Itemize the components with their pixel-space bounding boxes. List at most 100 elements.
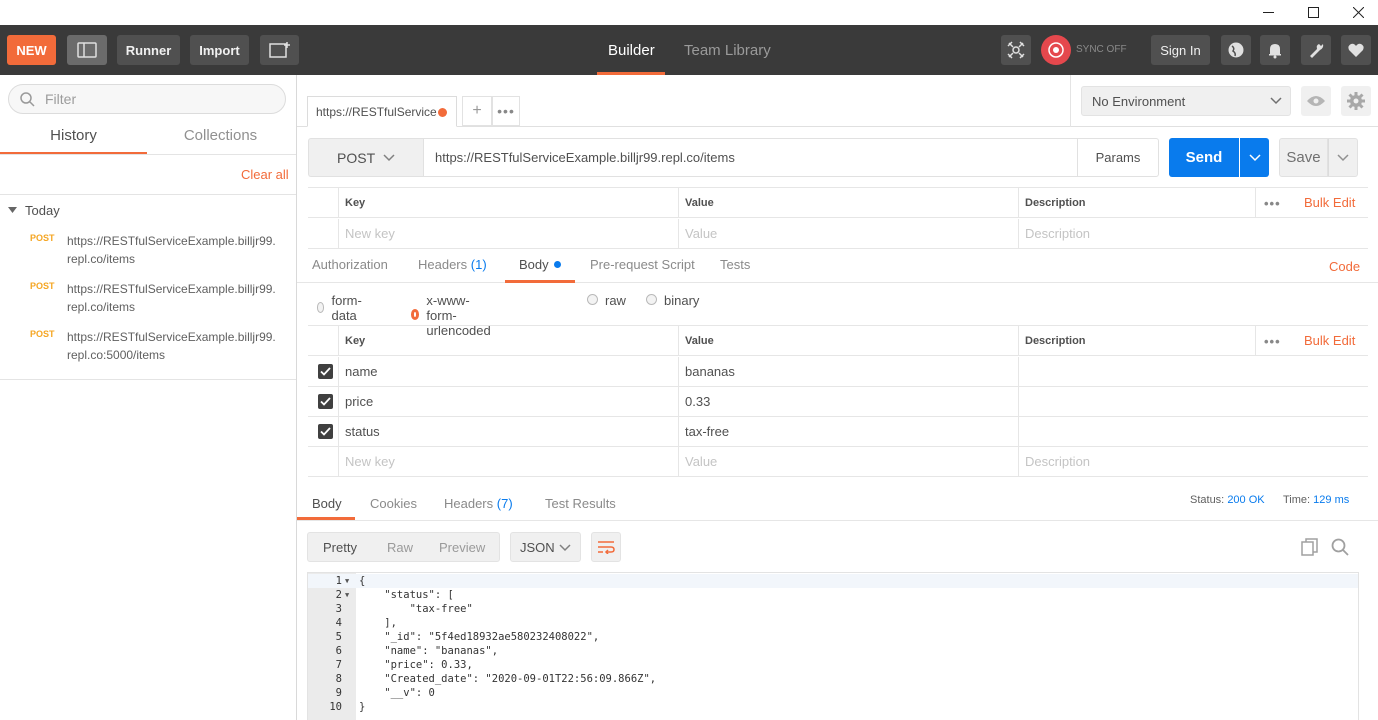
tab-team-library[interactable]: Team Library <box>684 25 771 75</box>
request-tab-label: https://RESTfulService <box>316 105 437 119</box>
tab-builder[interactable]: Builder <box>608 25 655 75</box>
minimize-icon[interactable] <box>1245 0 1291 25</box>
radio-binary[interactable]: binary <box>646 293 699 308</box>
tab-response-headers[interactable]: Headers (7) <box>444 496 513 511</box>
close-icon[interactable] <box>1335 0 1378 25</box>
favorite-button[interactable] <box>1341 35 1371 65</box>
view-pretty-button[interactable]: Pretty <box>323 533 357 561</box>
tab-tests[interactable]: Tests <box>720 257 750 272</box>
wrap-lines-button[interactable] <box>591 532 621 562</box>
toggle-sidebar-button[interactable] <box>67 35 107 65</box>
signin-button[interactable]: Sign In <box>1151 35 1210 65</box>
search-response-button[interactable] <box>1329 536 1351 558</box>
response-tabs-border <box>297 520 1378 521</box>
tab-headers[interactable]: Headers (1) <box>418 257 487 272</box>
fold-arrow-icon[interactable]: ▼ <box>345 588 349 602</box>
fold-arrow-icon[interactable]: ▼ <box>345 574 349 588</box>
row-key[interactable]: name <box>345 357 678 386</box>
sync-status: SYNC OFF <box>1076 44 1127 55</box>
runner-button[interactable]: Runner <box>117 35 180 65</box>
body-new-description[interactable]: Description <box>1025 447 1255 476</box>
code-line: 6 "name": "bananas", <box>308 644 1358 658</box>
url-input[interactable] <box>435 150 1065 165</box>
network-button[interactable] <box>1221 35 1251 65</box>
tab-response-body[interactable]: Body <box>312 496 342 511</box>
maximize-icon[interactable] <box>1290 0 1336 25</box>
response-body-code[interactable]: 1 ▼{2 ▼ "status": [3 "tax-free" 4 ], 5 "_id"… <box>307 572 1359 720</box>
tab-headers-label: Headers <box>418 257 468 272</box>
clear-all-link[interactable]: Clear all <box>241 167 289 182</box>
tab-prerequest-script[interactable]: Pre-request Script <box>590 257 695 272</box>
add-tab-button[interactable]: + <box>462 96 492 126</box>
code-text: "name": "bananas", <box>359 645 499 657</box>
code-line: 3 "tax-free" <box>308 602 1358 616</box>
radio-form-data[interactable]: form-data <box>317 293 365 323</box>
history-group-toggle[interactable]: Today <box>8 203 60 218</box>
tab-body[interactable]: Body <box>519 257 561 272</box>
save-options-button[interactable] <box>1328 138 1358 177</box>
body-col-description: Description <box>1025 334 1086 347</box>
body-new-key[interactable]: New key <box>345 447 678 476</box>
tab-test-results[interactable]: Test Results <box>545 496 616 511</box>
row-value[interactable]: 0.33 <box>685 387 1018 416</box>
sync-button[interactable] <box>1041 35 1071 65</box>
divider <box>1070 75 1071 127</box>
body-dot-icon <box>553 261 561 268</box>
params-button[interactable]: Params <box>1077 138 1159 177</box>
row-key[interactable]: status <box>345 417 678 446</box>
row-key[interactable]: price <box>345 387 678 416</box>
params-bulk-edit-link[interactable]: Bulk Edit <box>1304 195 1355 210</box>
sidebar: History Collections Clear all Today POST… <box>0 75 297 720</box>
view-preview-button[interactable]: Preview <box>439 533 485 561</box>
params-new-key[interactable]: New key <box>345 219 678 248</box>
row-checkbox[interactable] <box>318 424 333 439</box>
radio-raw[interactable]: raw <box>587 293 626 308</box>
heart-icon <box>1348 43 1364 57</box>
tab-authorization[interactable]: Authorization <box>312 257 388 272</box>
send-button[interactable]: Send <box>1169 138 1239 177</box>
view-raw-button[interactable]: Raw <box>387 533 413 561</box>
manage-environments-button[interactable] <box>1341 86 1371 116</box>
new-button[interactable]: NEW <box>7 35 56 65</box>
body-new-row: New key Value Description <box>308 447 1368 477</box>
row-checkbox[interactable] <box>318 394 333 409</box>
tab-response-cookies[interactable]: Cookies <box>370 496 417 511</box>
chevron-down-icon <box>1337 153 1349 161</box>
row-value[interactable]: tax-free <box>685 417 1018 446</box>
request-subtabs: Authorization Headers (1) Body Pre-reque… <box>297 250 1378 283</box>
environment-quicklook-button[interactable] <box>1301 86 1331 116</box>
copy-button[interactable] <box>1299 536 1321 558</box>
interceptor-button[interactable] <box>1001 35 1031 65</box>
divider <box>1018 387 1019 416</box>
params-new-description[interactable]: Description <box>1025 219 1255 248</box>
filter-input[interactable] <box>45 91 275 107</box>
line-number: 8 <box>335 673 342 685</box>
import-button[interactable]: Import <box>190 35 249 65</box>
params-more-button[interactable]: ••• <box>1264 196 1281 211</box>
code-line: 7 "price": 0.33, <box>308 658 1358 672</box>
body-new-value[interactable]: Value <box>685 447 1018 476</box>
body-bulk-edit-link[interactable]: Bulk Edit <box>1304 333 1355 348</box>
status-label: Status: <box>1190 494 1225 506</box>
request-tab[interactable]: https://RESTfulService <box>307 96 457 127</box>
new-window-button[interactable] <box>260 35 299 65</box>
row-checkbox[interactable] <box>318 364 333 379</box>
notifications-button[interactable] <box>1260 35 1290 65</box>
body-more-button[interactable]: ••• <box>1264 334 1281 349</box>
radio-circle <box>587 294 598 305</box>
send-options-button[interactable] <box>1240 138 1269 177</box>
environment-select[interactable]: No Environment <box>1081 86 1291 116</box>
wrench-icon <box>1310 44 1324 58</box>
code-link[interactable]: Code <box>1329 259 1360 274</box>
params-new-value[interactable]: Value <box>685 219 1018 248</box>
sync-icon <box>1048 42 1064 58</box>
response-format-select[interactable]: JSON <box>510 532 581 562</box>
save-button[interactable]: Save <box>1279 138 1328 177</box>
tab-more-button[interactable]: ••• <box>492 96 520 126</box>
tab-collections[interactable]: Collections <box>147 127 294 144</box>
row-value[interactable]: bananas <box>685 357 1018 386</box>
tab-history[interactable]: History <box>0 127 147 144</box>
settings-button[interactable] <box>1301 35 1331 65</box>
satellite-icon <box>1007 41 1025 59</box>
method-select[interactable]: POST <box>308 138 423 177</box>
